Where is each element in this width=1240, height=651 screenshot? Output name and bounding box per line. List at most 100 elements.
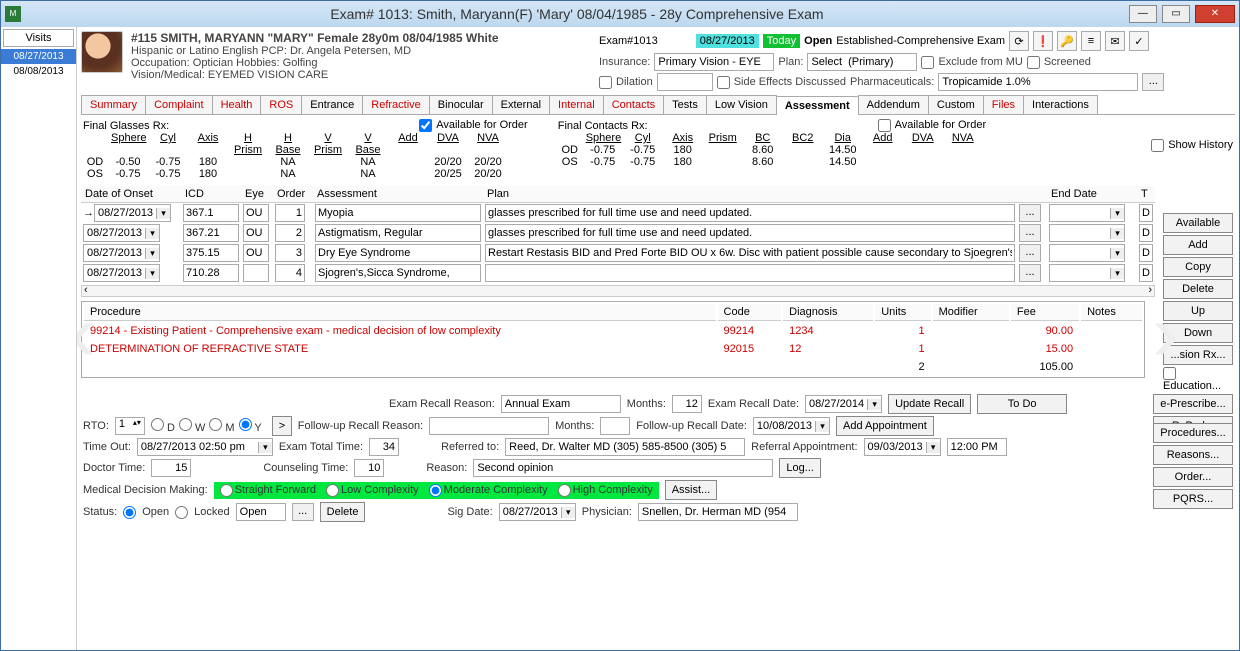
pqrs--button[interactable]: PQRS... — [1153, 489, 1233, 509]
counseling-input[interactable] — [354, 459, 384, 477]
tab-ros[interactable]: ROS — [260, 95, 302, 114]
plan-more-button[interactable]: ... — [1019, 264, 1041, 282]
eye-input[interactable] — [243, 224, 269, 242]
assessment-input[interactable] — [315, 224, 481, 242]
tab-summary[interactable]: Summary — [81, 95, 146, 114]
horizontal-scrollbar[interactable] — [81, 285, 1155, 297]
copy-button[interactable]: Copy — [1163, 257, 1233, 277]
status-more-button[interactable]: ... — [292, 503, 314, 521]
lock-icon[interactable]: ❗ — [1033, 31, 1053, 51]
physician-input[interactable] — [638, 503, 798, 521]
plan-more-button[interactable]: ... — [1019, 224, 1041, 242]
tab-health[interactable]: Health — [212, 95, 262, 114]
status-locked-radio[interactable] — [175, 506, 188, 519]
rto-D-radio[interactable] — [151, 418, 164, 431]
onset-date[interactable]: 08/27/2013▾ — [94, 204, 171, 222]
plan-input[interactable] — [485, 204, 1015, 222]
t-input[interactable] — [1139, 244, 1153, 262]
plan-input[interactable] — [485, 244, 1015, 262]
tab-complaint[interactable]: Complaint — [145, 95, 213, 114]
sideeffects-checkbox[interactable] — [717, 76, 730, 89]
log-button[interactable]: Log... — [779, 458, 821, 478]
mail-icon[interactable]: ✉ — [1105, 31, 1125, 51]
mdm-option-radio[interactable] — [220, 484, 233, 497]
plan-more-button[interactable]: ... — [1019, 204, 1041, 222]
assessment-input[interactable] — [315, 204, 481, 222]
visit-item[interactable]: 08/27/2013 — [1, 49, 76, 64]
dilation-checkbox[interactable] — [599, 76, 612, 89]
rto-W-radio[interactable] — [179, 418, 192, 431]
ref-appt-date-input[interactable]: 09/03/2013▾ — [864, 438, 941, 456]
end-date-input[interactable]: ▾ — [1049, 244, 1125, 262]
education-checkbox[interactable] — [1163, 367, 1176, 380]
pharm-more-button[interactable]: ... — [1142, 73, 1164, 91]
tab-refractive[interactable]: Refractive — [362, 95, 430, 114]
order-input[interactable] — [275, 224, 305, 242]
visit-item[interactable]: 08/08/2013 — [1, 64, 76, 79]
mdm-option-radio[interactable] — [558, 484, 571, 497]
available-button[interactable]: Available — [1163, 213, 1233, 233]
mdm-option-radio[interactable] — [326, 484, 339, 497]
tab-internal[interactable]: Internal — [549, 95, 604, 114]
key-icon[interactable]: 🔑 — [1057, 31, 1077, 51]
end-date-input[interactable]: ▾ — [1049, 264, 1125, 282]
reasons--button[interactable]: Reasons... — [1153, 445, 1233, 465]
glasses-avail-checkbox[interactable] — [419, 119, 432, 132]
onset-date[interactable]: 08/27/2013▾ — [83, 224, 160, 242]
diagnosis-row[interactable]: 08/27/2013▾...▾ — [81, 243, 1155, 263]
followup-date-input[interactable]: 10/08/2013▾ — [753, 417, 830, 435]
rto-go-button[interactable]: > — [272, 416, 292, 436]
order-input[interactable] — [275, 244, 305, 262]
tab-binocular[interactable]: Binocular — [429, 95, 493, 114]
plan-input[interactable] — [485, 264, 1015, 282]
doctor-time-input[interactable] — [151, 459, 191, 477]
tab-low-vision[interactable]: Low Vision — [706, 95, 777, 114]
eye-input[interactable] — [243, 204, 269, 222]
procedure-row[interactable]: 99214 - Existing Patient - Comprehensive… — [84, 323, 1142, 339]
tab-custom[interactable]: Custom — [928, 95, 984, 114]
t-input[interactable] — [1139, 264, 1153, 282]
exam-recall-reason-input[interactable] — [501, 395, 621, 413]
rto-M-radio[interactable] — [209, 418, 222, 431]
minimize-button[interactable]: — — [1129, 5, 1157, 23]
diagnosis-row[interactable]: 08/27/2013▾...▾ — [81, 223, 1155, 243]
tab-tests[interactable]: Tests — [663, 95, 707, 114]
todo-button[interactable]: To Do — [977, 394, 1067, 414]
list-icon[interactable]: ≡ — [1081, 31, 1101, 51]
status-open-radio[interactable] — [123, 506, 136, 519]
visits-tab[interactable]: Visits — [3, 29, 74, 47]
insurance-input[interactable] — [654, 53, 774, 71]
t-input[interactable] — [1139, 224, 1153, 242]
plan-input[interactable] — [485, 224, 1015, 242]
assist-button[interactable]: Assist... — [665, 480, 718, 500]
exam-recall-date-input[interactable]: 08/27/2014▾ — [805, 395, 882, 413]
tab-assessment[interactable]: Assessment — [776, 96, 859, 115]
procedure-row[interactable]: 2105.00 — [84, 359, 1142, 375]
tab-files[interactable]: Files — [983, 95, 1024, 114]
check-icon[interactable]: ✓ — [1129, 31, 1149, 51]
tab-addendum[interactable]: Addendum — [858, 95, 929, 114]
pharm-input[interactable] — [938, 73, 1138, 91]
tab-contacts[interactable]: Contacts — [603, 95, 664, 114]
icd-input[interactable] — [183, 224, 239, 242]
end-date-input[interactable]: ▾ — [1049, 204, 1125, 222]
followup-months-input[interactable] — [600, 417, 630, 435]
update-recall-button[interactable]: Update Recall — [888, 394, 971, 414]
reason-input[interactable] — [473, 459, 773, 477]
dilation-input[interactable] — [657, 73, 713, 91]
contacts-avail-checkbox[interactable] — [878, 119, 891, 132]
assessment-input[interactable] — [315, 244, 481, 262]
plan-more-button[interactable]: ... — [1019, 244, 1041, 262]
show-history-checkbox[interactable] — [1151, 139, 1164, 152]
eye-input[interactable] — [243, 244, 269, 262]
order--button[interactable]: Order... — [1153, 467, 1233, 487]
-sion-rx--button[interactable]: ...sion Rx... — [1163, 345, 1233, 365]
ref-appt-time-input[interactable] — [947, 438, 1007, 456]
procedure-row[interactable]: DETERMINATION OF REFRACTIVE STATE9201512… — [84, 341, 1142, 357]
add-appointment-button[interactable]: Add Appointment — [836, 416, 934, 436]
t-input[interactable] — [1139, 204, 1153, 222]
onset-date[interactable]: 08/27/2013▾ — [83, 264, 160, 282]
order-input[interactable] — [275, 204, 305, 222]
timeout-input[interactable]: 08/27/2013 02:50 pm▾ — [137, 438, 273, 456]
add-button[interactable]: Add — [1163, 235, 1233, 255]
